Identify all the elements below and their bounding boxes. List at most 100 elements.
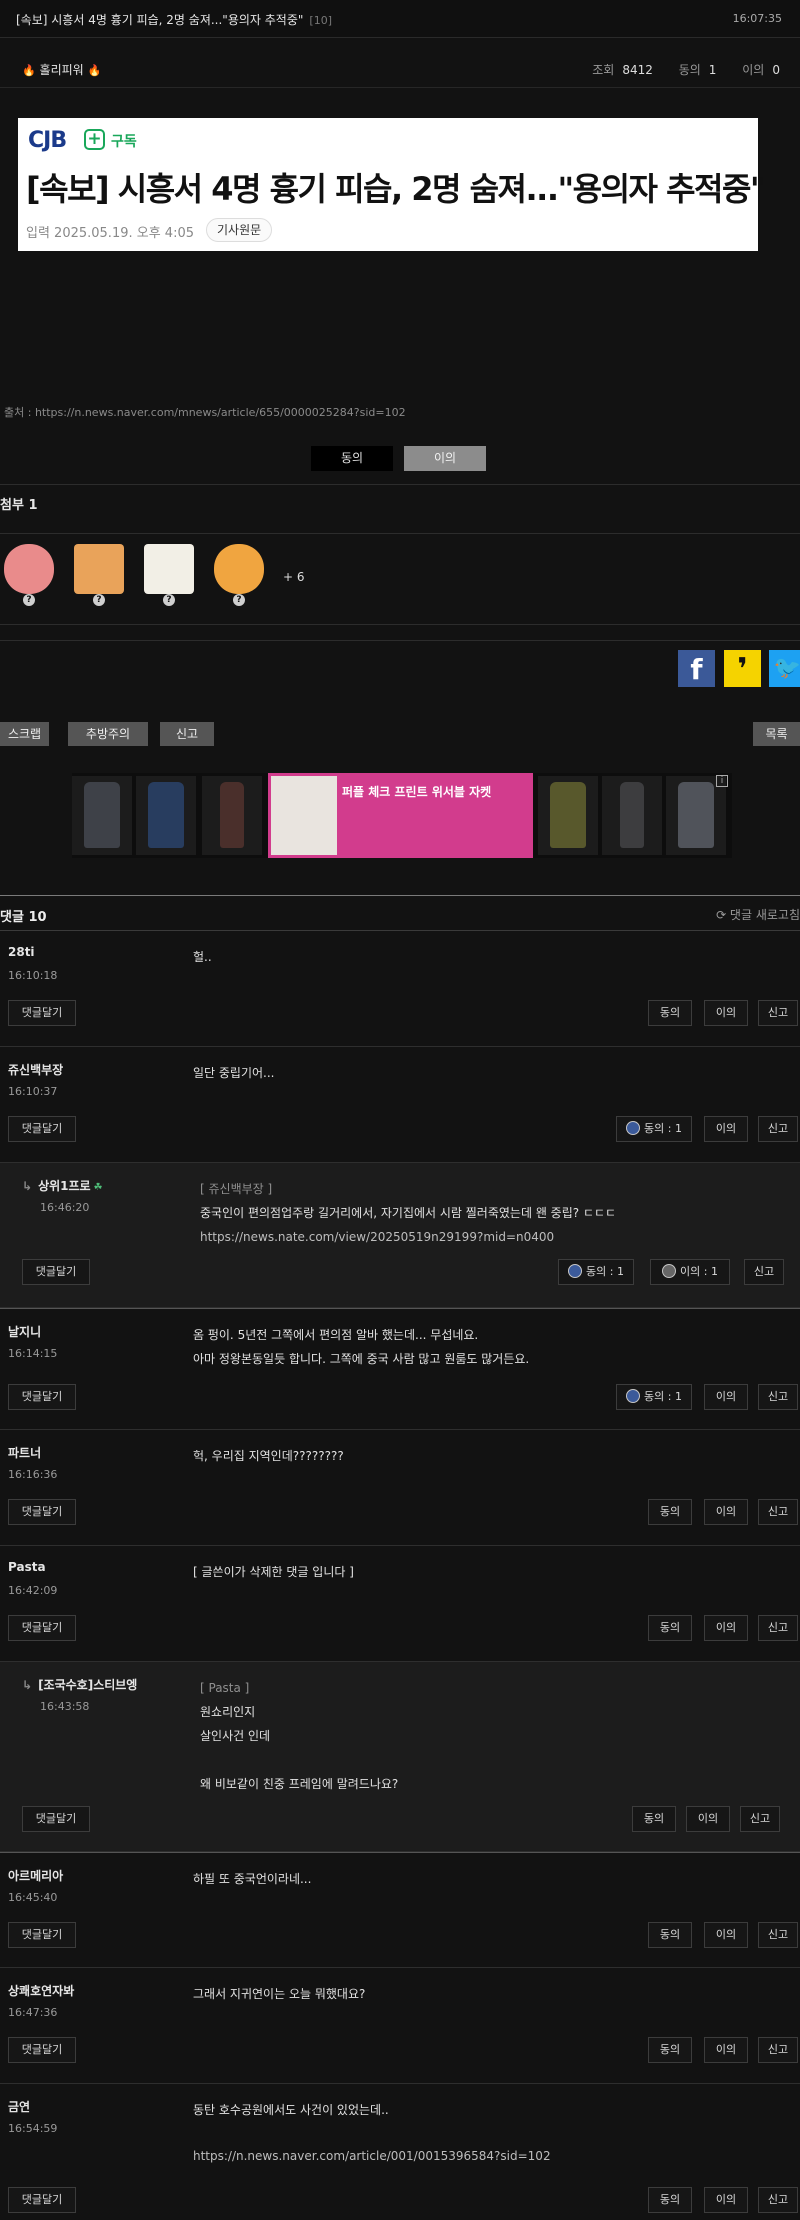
comment-agree-button[interactable]: 동의	[648, 2037, 692, 2063]
reply-button[interactable]: 댓글달기	[8, 1922, 76, 1948]
comment-report-button[interactable]: 신고	[758, 2187, 798, 2213]
warning-button[interactable]: 추방주의	[68, 722, 148, 746]
comment-agree-button[interactable]: 동의	[632, 1806, 676, 1832]
comment-disagree-button[interactable]: 이의	[704, 1000, 748, 1026]
comment-report-button[interactable]: 신고	[758, 1384, 798, 1410]
comment-disagree-button[interactable]: 이의	[704, 2187, 748, 2213]
title-bar: [속보] 시흥서 4명 흉기 피습, 2명 숨져..."용의자 추적중" [10]…	[0, 0, 800, 38]
comment-reply-item: ↳ [조국수호]스티브엥 16:43:58 [ Pasta ] 원쇼리인지 살인사…	[0, 1662, 800, 1852]
comment-report-button[interactable]: 신고	[758, 1922, 798, 1948]
comment-author[interactable]: ↳ 상위1프로 ☘	[22, 1177, 103, 1194]
title-comment-count[interactable]: [10]	[309, 14, 332, 27]
reply-button[interactable]: 댓글달기	[22, 1806, 90, 1832]
emoticon-info-icon[interactable]: ?	[23, 594, 35, 606]
comment-body: 그래서 지귀연이는 오늘 뭐했대요?	[193, 1987, 366, 2001]
comment-report-button[interactable]: 신고	[758, 1000, 798, 1026]
comment-disagree-button[interactable]: 이의	[686, 1806, 730, 1832]
comment-report-button[interactable]: 신고	[758, 1116, 798, 1142]
emoticon-info-icon[interactable]: ?	[93, 594, 105, 606]
reply-button[interactable]: 댓글달기	[8, 2037, 76, 2063]
comment-report-button[interactable]: 신고	[758, 1499, 798, 1525]
comment-agree-button[interactable]: 동의 : 1	[558, 1259, 634, 1285]
comment-author[interactable]: 금연	[8, 2098, 30, 2115]
list-button[interactable]: 목록	[753, 722, 800, 746]
comment-author[interactable]: 28ti	[8, 945, 35, 959]
comment-report-button[interactable]: 신고	[758, 2037, 798, 2063]
comment-report-button[interactable]: 신고	[744, 1259, 784, 1285]
emoticon-info-icon[interactable]: ?	[163, 594, 175, 606]
agree-button[interactable]: 동의	[311, 446, 393, 471]
comment-agree-button[interactable]: 동의 : 1	[616, 1116, 692, 1142]
facebook-share-icon[interactable]: f	[678, 650, 715, 687]
comment-author[interactable]: 날지니	[8, 1323, 41, 1340]
comment-disagree-button[interactable]: 이의 : 1	[650, 1259, 730, 1285]
twitter-share-icon[interactable]: 🐦	[769, 650, 800, 687]
comment-author[interactable]: 아르메리아	[8, 1867, 63, 1884]
comment-author[interactable]: Pasta	[8, 1560, 46, 1574]
comment-link[interactable]: https://news.nate.com/view/20250519n2919…	[200, 1225, 616, 1249]
emoticon-heart[interactable]: ?	[0, 542, 58, 606]
comment-report-button[interactable]: 신고	[758, 1615, 798, 1641]
comment-agree-button[interactable]: 동의	[648, 2187, 692, 2213]
jacket-icon	[271, 776, 337, 855]
post-author[interactable]: 🔥 홀리피워 🔥	[22, 61, 101, 78]
reply-button[interactable]: 댓글달기	[8, 1000, 76, 1026]
ad-banner[interactable]: 퍼플 체크 프린트 위서블 자켓 i	[72, 773, 732, 858]
ad-product[interactable]	[202, 776, 262, 855]
reply-button[interactable]: 댓글달기	[22, 1259, 90, 1285]
shirt-icon	[148, 782, 184, 848]
comment-disagree-button[interactable]: 이의	[704, 1615, 748, 1641]
emoticon-more[interactable]: + 6	[283, 570, 305, 584]
disagree-button[interactable]: 이의	[404, 446, 486, 471]
reply-button[interactable]: 댓글달기	[8, 1116, 76, 1142]
comment-time: 16:54:59	[8, 2122, 58, 2135]
comment-report-button[interactable]: 신고	[740, 1806, 780, 1832]
kakaostory-share-icon[interactable]: ❜	[724, 650, 761, 687]
comment-disagree-button[interactable]: 이의	[704, 1384, 748, 1410]
shirt-icon	[84, 782, 120, 848]
heart-emoticon-icon	[4, 544, 54, 594]
comment-agree-button[interactable]: 동의	[648, 1615, 692, 1641]
source-link[interactable]: 출처 : https://n.news.naver.com/mnews/arti…	[4, 404, 406, 420]
report-button[interactable]: 신고	[160, 722, 214, 746]
emoticon-info-icon[interactable]: ?	[233, 594, 245, 606]
comment-author[interactable]: ↳ [조국수호]스티브엥	[22, 1676, 137, 1693]
scrap-button[interactable]: 스크랩	[0, 722, 49, 746]
ad-featured-product[interactable]: 퍼플 체크 프린트 위서블 자켓	[268, 773, 533, 858]
comment-agree-button[interactable]: 동의	[648, 1000, 692, 1026]
ad-product[interactable]	[602, 776, 662, 855]
emoticon-box[interactable]: ?	[70, 542, 128, 606]
emoticon-character[interactable]: ?	[210, 542, 268, 606]
ad-product[interactable]	[72, 776, 132, 855]
comment-author[interactable]: 상쾌호연자봐	[8, 1982, 74, 1999]
ad-info-icon[interactable]: i	[716, 775, 728, 787]
comment-disagree-button[interactable]: 이의	[704, 1499, 748, 1525]
reply-button[interactable]: 댓글달기	[8, 1384, 76, 1410]
reply-arrow-icon: ↳	[22, 1179, 33, 1193]
comment-agree-button[interactable]: 동의	[648, 1499, 692, 1525]
refresh-comments-button[interactable]: ⟳ 댓글 새로고침	[716, 906, 800, 923]
emoticon-house[interactable]: ?	[140, 542, 198, 606]
comment-disagree-button[interactable]: 이의	[704, 1922, 748, 1948]
box-emoticon-icon	[74, 544, 124, 594]
reply-button[interactable]: 댓글달기	[8, 2187, 76, 2213]
comment-link[interactable]: https://n.news.naver.com/article/001/001…	[193, 2144, 551, 2168]
post-title: [속보] 시흥서 4명 흉기 피습, 2명 숨져..."용의자 추적중" [10]	[16, 11, 332, 28]
comment-disagree-button[interactable]: 이의	[704, 2037, 748, 2063]
reply-button[interactable]: 댓글달기	[8, 1499, 76, 1525]
reply-button[interactable]: 댓글달기	[8, 1615, 76, 1641]
ad-product[interactable]	[136, 776, 196, 855]
comment-agree-button[interactable]: 동의 : 1	[616, 1384, 692, 1410]
ad-product[interactable]	[538, 776, 598, 855]
comment-disagree-button[interactable]: 이의	[704, 1116, 748, 1142]
agree-value: 1	[708, 63, 717, 77]
comment-author[interactable]: 파트너	[8, 1444, 41, 1461]
comment-agree-button[interactable]: 동의	[648, 1922, 692, 1948]
divider	[0, 533, 800, 534]
ad-product[interactable]	[666, 776, 726, 855]
comment-text: 살인사건 인데	[200, 1729, 271, 1743]
agree-count: 동의 : 1	[644, 1390, 682, 1403]
comment-author[interactable]: 쥬신백부장	[8, 1061, 63, 1078]
author-name: [조국수호]스티브엥	[38, 1678, 138, 1692]
